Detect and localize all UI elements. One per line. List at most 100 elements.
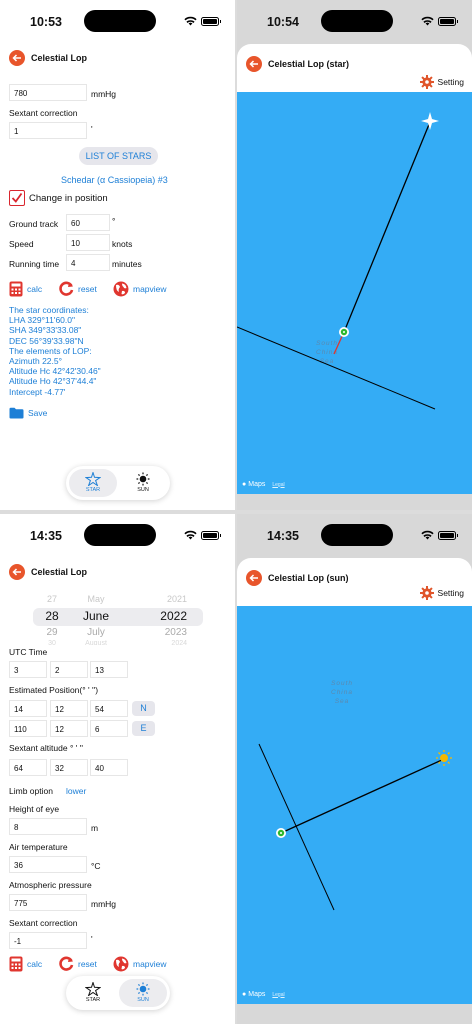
change-position-checkbox[interactable] <box>9 190 25 206</box>
pressure-unit: mmHg <box>91 89 117 99</box>
calculator-icon <box>9 956 23 972</box>
limb-label: Limb option <box>9 786 53 796</box>
map-view[interactable]: South China Sea ● Maps Legal <box>237 606 472 1004</box>
battery-icon <box>438 530 458 540</box>
globe-icon <box>113 281 129 297</box>
star-icon <box>85 472 101 486</box>
battery-icon <box>201 530 221 540</box>
speed-input[interactable]: 10 <box>66 234 110 251</box>
date-picker[interactable]: 27 May 2021 28 June 2022 29 July 2023 30… <box>33 594 203 645</box>
status-time: 10:54 <box>267 15 299 29</box>
lon-sec-input[interactable]: 6 <box>90 720 128 737</box>
back-button[interactable] <box>246 56 262 72</box>
utc-hour-input[interactable]: 3 <box>9 661 47 678</box>
lat-direction-button[interactable]: N <box>132 701 155 716</box>
dynamic-island <box>84 524 156 546</box>
result-line: Altitude Hc 42°42'30.46" <box>9 366 101 377</box>
screen-star-input: 10:53 Celestial Lop 780 mmHg Sextant cor… <box>0 0 235 510</box>
lat-deg-input[interactable]: 14 <box>9 700 47 717</box>
reset-button[interactable]: reset <box>59 281 97 296</box>
sun-marker <box>436 750 452 766</box>
reset-label: reset <box>78 283 97 294</box>
utc-second-input[interactable]: 13 <box>90 661 128 678</box>
map-sheet-header: Celestial Lop (sun) Setting <box>237 558 472 606</box>
lon-min-input[interactable]: 12 <box>50 720 88 737</box>
calc-button[interactable]: calc <box>9 956 42 972</box>
eye-label: Height of eye <box>9 804 60 814</box>
wifi-icon <box>421 16 434 26</box>
limb-option-button[interactable]: lower <box>66 786 86 796</box>
lat-min-input[interactable]: 12 <box>50 700 88 717</box>
battery-icon <box>438 16 458 26</box>
arrow-left-icon <box>12 54 21 62</box>
picker-month: August <box>85 640 107 645</box>
mapview-label: mapview <box>133 284 167 294</box>
dynamic-island <box>321 524 393 546</box>
picker-month: June <box>82 609 110 623</box>
lat-sec-input[interactable]: 54 <box>90 700 128 717</box>
status-icons <box>421 530 458 540</box>
tab-sun[interactable]: SUN <box>119 979 167 1007</box>
legal-link[interactable]: Legal <box>272 482 284 488</box>
status-icons <box>421 16 458 26</box>
legal-link[interactable]: Legal <box>272 992 284 998</box>
speed-label: Speed <box>9 239 34 249</box>
mapview-button[interactable]: mapview <box>113 281 167 297</box>
atm-pressure-input[interactable]: 775 <box>9 894 87 911</box>
maps-label: Maps <box>248 481 266 488</box>
tab-star[interactable]: STAR <box>69 979 117 1007</box>
tab-sun[interactable]: SUN <box>119 469 167 497</box>
setting-label: Setting <box>437 77 464 87</box>
pressure-input[interactable]: 780 <box>9 84 87 101</box>
utc-minute-input[interactable]: 2 <box>50 661 88 678</box>
back-button[interactable] <box>246 570 262 586</box>
line-of-position <box>258 743 335 911</box>
list-of-stars-button[interactable]: LIST OF STARS <box>79 147 158 165</box>
picker-month: July <box>87 627 105 638</box>
maps-attribution: ● Maps Legal <box>242 991 285 998</box>
setting-label: Setting <box>437 588 464 598</box>
running-time-unit: minutes <box>112 259 142 269</box>
results-text: The star coordinates: LHA 329°11'60.0" S… <box>9 305 101 397</box>
gear-icon <box>419 586 434 600</box>
selected-star[interactable]: Schedar (α Cassiopeia) #3 <box>61 175 168 185</box>
atm-pressure-unit: mmHg <box>91 899 117 909</box>
position-marker <box>276 828 286 838</box>
sextant-input[interactable]: 1 <box>9 122 87 139</box>
tab-star[interactable]: STAR <box>69 469 117 497</box>
running-time-input[interactable]: 4 <box>66 254 110 271</box>
setting-button[interactable]: Setting <box>419 586 464 600</box>
wifi-icon <box>184 530 197 540</box>
save-label: Save <box>28 408 48 418</box>
mapview-button[interactable]: mapview <box>113 956 167 972</box>
reset-button[interactable]: reset <box>59 956 97 971</box>
sext-min-input[interactable]: 32 <box>50 759 88 776</box>
tab-sun-label: SUN <box>137 487 149 493</box>
air-temp-input[interactable]: 36 <box>9 856 87 873</box>
sun-icon <box>136 982 150 996</box>
maps-attribution: ● Maps Legal <box>242 481 285 488</box>
sextant-correction-unit: ' <box>91 934 93 944</box>
calc-button[interactable]: calc <box>9 281 42 297</box>
dynamic-island <box>84 10 156 32</box>
map-sheet-header: Celestial Lop (star) Setting <box>237 44 472 92</box>
eye-input[interactable]: 8 <box>9 818 87 835</box>
setting-button[interactable]: Setting <box>419 75 464 89</box>
air-temp-unit: °C <box>91 861 101 871</box>
sextant-correction-input[interactable]: -1 <box>9 932 87 949</box>
back-button[interactable] <box>9 50 25 66</box>
result-line: DEC 56°39'33.98"N <box>9 335 84 346</box>
page-title: Celestial Lop (star) <box>268 59 350 69</box>
sext-deg-input[interactable]: 64 <box>9 759 47 776</box>
sext-sec-input[interactable]: 40 <box>90 759 128 776</box>
ground-track-input[interactable]: 60 <box>66 214 110 231</box>
lon-direction-button[interactable]: E <box>132 721 155 736</box>
map-view[interactable]: South China Sea ● Maps Legal <box>237 92 472 494</box>
screen-sun-input: 14:35 Celestial Lop 27 May 2021 28 June … <box>0 514 235 1024</box>
gear-icon <box>419 75 434 89</box>
screen-star-map: 10:54 Celestial Lop (star) Setting South… <box>237 0 472 510</box>
sun-icon <box>136 472 150 486</box>
lon-deg-input[interactable]: 110 <box>9 720 47 737</box>
back-button[interactable] <box>9 564 25 580</box>
save-button[interactable]: Save <box>9 407 47 419</box>
